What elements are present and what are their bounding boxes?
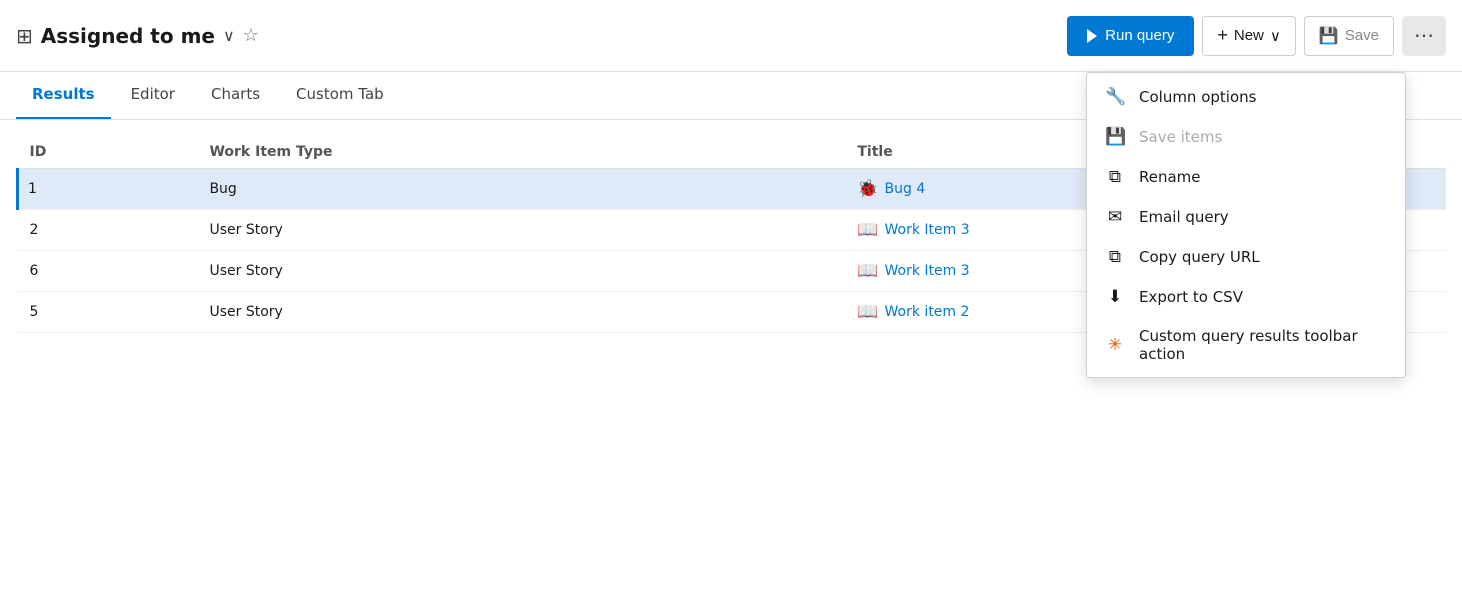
cell-id: 1: [18, 169, 198, 210]
rename-icon: ⧉: [1105, 167, 1125, 187]
dropdown-menu: 🔧 Column options 💾 Save items ⧉ Rename ✉…: [1086, 72, 1406, 378]
menu-item-column-options[interactable]: 🔧 Column options: [1087, 77, 1405, 117]
save-label: Save: [1345, 27, 1379, 44]
header-left: ⊞ Assigned to me ∨ ☆: [16, 24, 1067, 48]
menu-item-custom-action[interactable]: ✳ Custom query results toolbar action: [1087, 317, 1405, 373]
cell-type: User Story: [197, 210, 845, 251]
tab-custom-tab[interactable]: Custom Tab: [280, 71, 400, 119]
menu-label-custom-action: Custom query results toolbar action: [1139, 327, 1387, 363]
header-actions: Run query + New ∨ 💾 Save ⋯: [1067, 16, 1446, 56]
cell-id: 2: [18, 210, 198, 251]
wrench-icon: 🔧: [1105, 87, 1125, 107]
title-chevron-icon[interactable]: ∨: [223, 26, 235, 45]
tab-charts[interactable]: Charts: [195, 71, 276, 119]
cell-type: User Story: [197, 251, 845, 292]
new-label: New: [1234, 27, 1264, 44]
new-button[interactable]: + New ∨: [1202, 16, 1296, 56]
menu-item-copy-url[interactable]: ⧉ Copy query URL: [1087, 237, 1405, 277]
menu-label-rename: Rename: [1139, 168, 1201, 186]
favorite-star-icon[interactable]: ☆: [243, 25, 259, 46]
menu-label-column-options: Column options: [1139, 88, 1256, 106]
cell-type: Bug: [197, 169, 845, 210]
plus-icon: +: [1217, 25, 1228, 46]
menu-item-save-items: 💾 Save items: [1087, 117, 1405, 157]
header: ⊞ Assigned to me ∨ ☆ Run query + New ∨ 💾…: [0, 0, 1462, 72]
run-query-button[interactable]: Run query: [1067, 16, 1194, 56]
asterisk-icon: ✳: [1105, 335, 1125, 355]
download-icon: ⬇: [1105, 287, 1125, 307]
col-header-id: ID: [18, 136, 198, 169]
tab-editor[interactable]: Editor: [115, 71, 191, 119]
envelope-icon: ✉: [1105, 207, 1125, 227]
menu-item-email-query[interactable]: ✉ Email query: [1087, 197, 1405, 237]
cell-type: User Story: [197, 292, 845, 333]
story-icon: 📖: [857, 261, 878, 281]
tab-results[interactable]: Results: [16, 71, 111, 119]
play-icon: [1087, 29, 1097, 43]
menu-item-export-csv[interactable]: ⬇ Export to CSV: [1087, 277, 1405, 317]
save-button[interactable]: 💾 Save: [1304, 16, 1394, 56]
cell-id: 5: [18, 292, 198, 333]
col-header-type: Work Item Type: [197, 136, 845, 169]
more-options-button[interactable]: ⋯: [1402, 16, 1446, 56]
menu-label-copy-url: Copy query URL: [1139, 248, 1260, 266]
menu-label-export-csv: Export to CSV: [1139, 288, 1243, 306]
run-query-label: Run query: [1105, 27, 1174, 44]
grid-icon: ⊞: [16, 24, 33, 48]
cell-id: 6: [18, 251, 198, 292]
menu-label-save-items: Save items: [1139, 128, 1222, 146]
new-chevron-icon: ∨: [1270, 27, 1281, 45]
copy-icon: ⧉: [1105, 247, 1125, 267]
bug-icon: 🐞: [857, 179, 878, 199]
ellipsis-icon: ⋯: [1414, 23, 1434, 48]
menu-label-email-query: Email query: [1139, 208, 1229, 226]
floppy-save-icon: 💾: [1105, 127, 1125, 147]
page-title: Assigned to me: [41, 24, 215, 48]
story-icon: 📖: [857, 220, 878, 240]
menu-item-rename[interactable]: ⧉ Rename: [1087, 157, 1405, 197]
floppy-icon: 💾: [1319, 26, 1339, 46]
story-icon: 📖: [857, 302, 878, 322]
